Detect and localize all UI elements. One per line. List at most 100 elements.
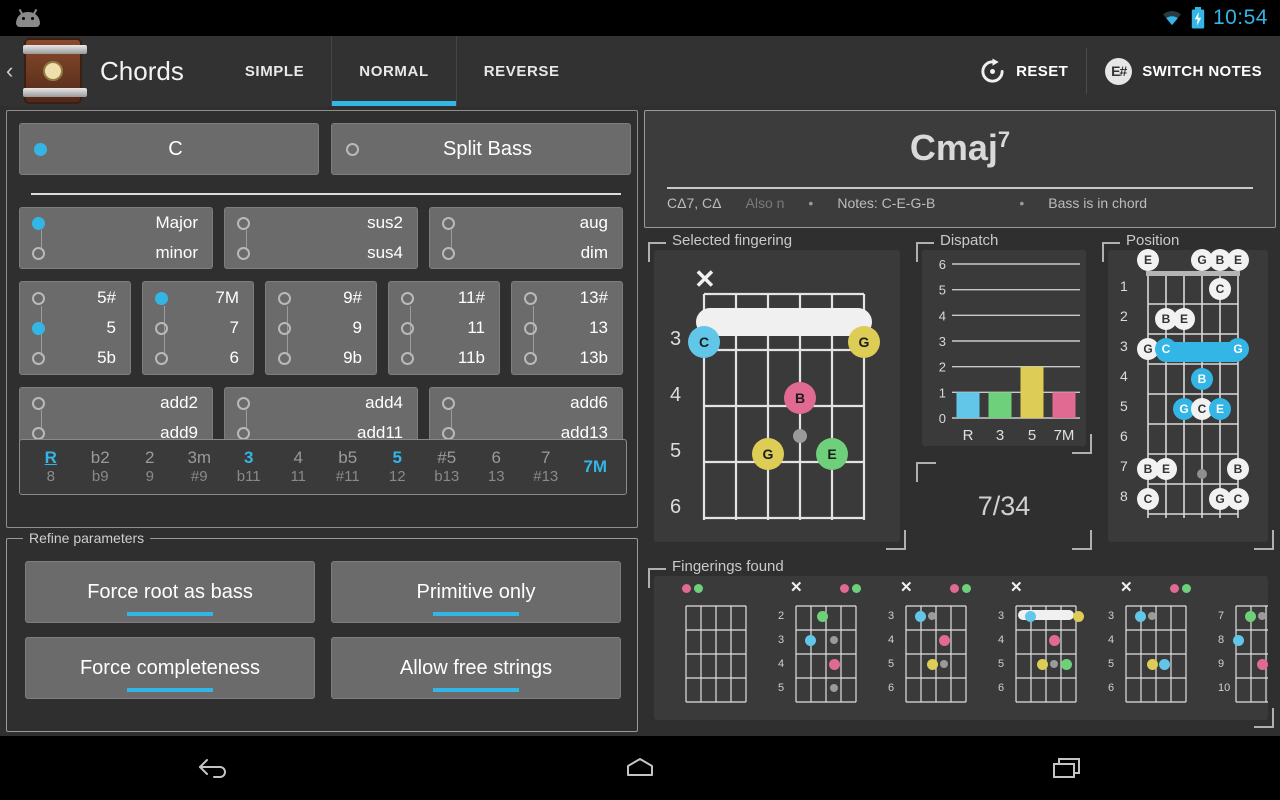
quality-group-sus[interactable]: sus2 sus4 <box>224 207 418 269</box>
tab-simple[interactable]: SIMPLE <box>218 36 331 106</box>
degree-cell[interactable]: 5 12 <box>373 448 423 486</box>
fingering-thumbnail[interactable]: 7 8 9 10 <box>1214 576 1268 712</box>
position-fretboard[interactable]: EGBECBEGCGBGCEBEBCGC12345678 <box>1108 249 1268 542</box>
interval-group-9[interactable]: 9# 9 9b <box>265 281 377 375</box>
radio-11[interactable] <box>401 321 414 335</box>
radio-sus4[interactable] <box>237 246 250 260</box>
interval-group-5[interactable]: 5# 5 5b <box>19 281 131 375</box>
thumbnail-note-dot <box>1256 658 1268 670</box>
radio-5flat[interactable] <box>32 351 45 365</box>
position-note-dot[interactable]: B <box>1227 458 1249 480</box>
radio-add4[interactable] <box>237 396 250 410</box>
degree-cell[interactable]: 3m #9 <box>175 448 225 486</box>
fingering-thumbnail[interactable]: ✕ 3 4 5 6 <box>884 576 972 712</box>
allow-free-strings-button[interactable]: Allow free strings <box>331 637 621 699</box>
interval-group-13[interactable]: 13# 13 13b <box>511 281 623 375</box>
note-dot[interactable]: G <box>752 438 784 470</box>
up-navigation-caret[interactable]: ‹ <box>6 58 22 84</box>
position-note-dot[interactable]: E <box>1173 308 1195 330</box>
open-string-note[interactable]: E <box>1227 249 1249 271</box>
force-completeness-button[interactable]: Force completeness <box>25 637 315 699</box>
cajon-drum-icon[interactable] <box>23 38 87 104</box>
open-string-note[interactable]: E <box>1137 249 1159 271</box>
label-13sharp: 13# <box>579 288 608 307</box>
primitive-only-button[interactable]: Primitive only <box>331 561 621 623</box>
radio-add9[interactable] <box>32 426 45 440</box>
radio-9flat[interactable] <box>278 351 291 365</box>
degree-cell[interactable]: 7M <box>571 457 621 477</box>
radio-dim[interactable] <box>442 246 455 260</box>
fingering-thumbnail[interactable] <box>664 576 752 712</box>
position-note-dot[interactable]: C <box>1137 488 1159 510</box>
degree-cell[interactable]: b2 b9 <box>76 448 126 486</box>
degree-cell[interactable]: 29 <box>125 448 175 486</box>
radio-minor[interactable] <box>32 246 45 260</box>
degree-cell[interactable]: 4 11 <box>274 448 324 486</box>
home-button[interactable] <box>580 756 700 780</box>
root-note-radio[interactable] <box>34 142 47 156</box>
degree-strip[interactable]: R8 b2 b9 29 3m #9 3 b11 4 11 b5 #11 5 12 #5 b13… <box>19 439 627 495</box>
note-dot[interactable]: B <box>784 382 816 414</box>
radio-major[interactable] <box>32 216 45 230</box>
radio-6[interactable] <box>155 351 168 365</box>
split-bass-radio[interactable] <box>346 142 359 156</box>
radio-add13[interactable] <box>442 426 455 440</box>
radio-5sharp[interactable] <box>32 291 45 305</box>
selected-fingering-body[interactable]: ✕ 3 4 5 6 C G B G E <box>654 250 900 542</box>
position-note-dot[interactable]: C <box>1209 278 1231 300</box>
degree-cell[interactable]: 6 13 <box>472 448 522 486</box>
switch-notes-button[interactable]: E# SWITCH NOTES <box>1086 48 1280 94</box>
split-bass-button[interactable]: Split Bass <box>331 123 631 175</box>
dispatch-x-label: 5 <box>1028 427 1036 444</box>
note-dot[interactable]: E <box>816 438 848 470</box>
radio-7M[interactable] <box>155 291 168 305</box>
radio-add11[interactable] <box>237 426 250 440</box>
degree-cell[interactable]: 3 b11 <box>224 448 274 486</box>
back-button[interactable] <box>153 756 273 780</box>
position-note-dot[interactable]: E <box>1155 458 1177 480</box>
interval-group-11[interactable]: 11# 11 11b <box>388 281 500 375</box>
degree-cell[interactable]: 7 #13 <box>521 448 571 486</box>
radio-13[interactable] <box>524 321 537 335</box>
position-note-dot[interactable]: B <box>1191 368 1213 390</box>
radio-add2[interactable] <box>32 396 45 410</box>
position-note-dot[interactable]: C <box>1155 338 1177 360</box>
radio-13sharp[interactable] <box>524 291 537 305</box>
radio-add6[interactable] <box>442 396 455 410</box>
note-dot[interactable]: C <box>688 326 720 358</box>
radio-11sharp[interactable] <box>401 291 414 305</box>
position-note-dot[interactable]: G <box>1227 338 1249 360</box>
position-note-dot[interactable]: C <box>1227 488 1249 510</box>
interval-group-7[interactable]: 7M 7 6 <box>142 281 254 375</box>
chord-info-row[interactable]: CΔ7, CΔ Also n • Notes: C-E-G-B • Bass i… <box>667 195 1265 211</box>
quality-group-major-minor[interactable]: Major minor <box>19 207 213 269</box>
thumbnail-note-dot <box>1036 658 1048 670</box>
radio-5[interactable] <box>32 321 45 335</box>
degree-bottom: 8 <box>46 468 55 485</box>
reset-button[interactable]: RESET <box>961 48 1086 94</box>
radio-7[interactable] <box>155 321 168 335</box>
fingering-thumbnail[interactable]: ✕ 2 3 4 5 <box>774 576 862 712</box>
position-note-dot[interactable]: E <box>1209 398 1231 420</box>
radio-13flat[interactable] <box>524 351 537 365</box>
note-dot[interactable]: G <box>848 326 880 358</box>
recents-button[interactable] <box>1007 756 1127 780</box>
degree-cell[interactable]: R8 <box>26 448 76 486</box>
degree-cell[interactable]: #5 b13 <box>422 448 472 486</box>
fingering-thumbnail[interactable]: ✕ 3 4 5 6 <box>1104 576 1192 712</box>
radio-9[interactable] <box>278 321 291 335</box>
radio-aug[interactable] <box>442 216 455 230</box>
degree-cell[interactable]: b5 #11 <box>323 448 373 486</box>
chord-header-rule <box>667 187 1253 189</box>
tab-normal[interactable]: NORMAL <box>331 36 457 106</box>
root-note-button[interactable]: C <box>19 123 319 175</box>
fingerings-found-list[interactable]: ✕2345✕3456✕3456✕345678910✕2345 <box>654 576 1268 720</box>
force-root-as-bass-button[interactable]: Force root as bass <box>25 561 315 623</box>
radio-11flat[interactable] <box>401 351 414 365</box>
open-string-dot <box>694 584 703 593</box>
radio-9sharp[interactable] <box>278 291 291 305</box>
quality-group-aug-dim[interactable]: aug dim <box>429 207 623 269</box>
tab-reverse[interactable]: REVERSE <box>455 36 587 106</box>
radio-sus2[interactable] <box>237 216 250 230</box>
fingering-thumbnail[interactable]: ✕ 3 4 5 6 <box>994 576 1084 712</box>
